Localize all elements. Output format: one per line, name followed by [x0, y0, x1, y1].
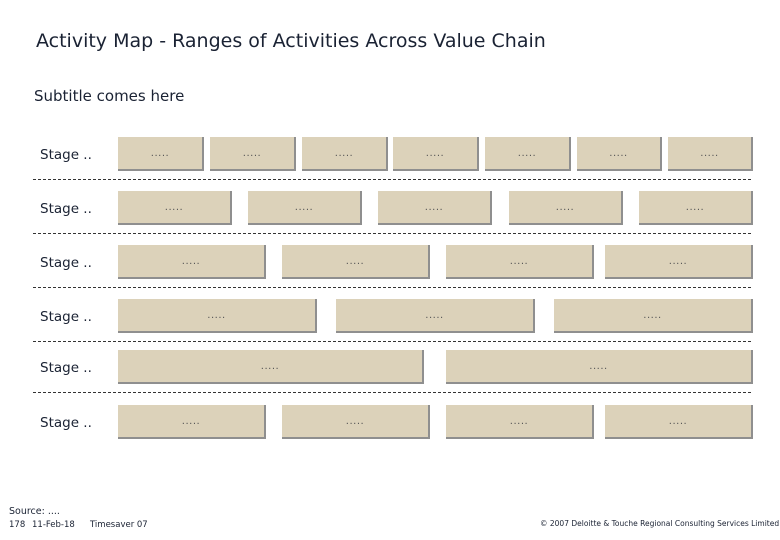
- activity-box: .....: [248, 191, 362, 225]
- activity-box: .....: [639, 191, 753, 225]
- activity-box: .....: [210, 137, 296, 171]
- activity-box: .....: [446, 405, 594, 439]
- activity-box: .....: [118, 245, 266, 279]
- copyright: © 2007 Deloitte & Touche Regional Consul…: [540, 519, 780, 528]
- activity-box: .....: [336, 299, 535, 333]
- stage-label: Stage ..: [40, 309, 92, 325]
- activity-box: .....: [446, 245, 594, 279]
- stage-label: Stage ..: [40, 360, 92, 376]
- activity-box: .....: [282, 245, 430, 279]
- activity-box: .....: [605, 405, 753, 439]
- activity-box: .....: [509, 191, 623, 225]
- activity-box: .....: [118, 137, 204, 171]
- activity-box: .....: [485, 137, 571, 171]
- activity-box: .....: [577, 137, 662, 171]
- stage-divider: [33, 392, 751, 393]
- activity-box: .....: [378, 191, 492, 225]
- activity-box: .....: [282, 405, 430, 439]
- page-number: 178: [9, 520, 26, 530]
- stage-label: Stage ..: [40, 255, 92, 271]
- stage-divider: [33, 341, 751, 342]
- activity-box: .....: [393, 137, 479, 171]
- stage-label: Stage ..: [40, 201, 92, 217]
- activity-box: .....: [118, 191, 232, 225]
- activity-box: .....: [446, 350, 753, 384]
- activity-box: .....: [118, 405, 266, 439]
- activity-box: .....: [605, 245, 753, 279]
- stage-divider: [33, 287, 751, 288]
- page-title: Activity Map - Ranges of Activities Acro…: [36, 30, 546, 52]
- stage-divider: [33, 233, 751, 234]
- footer-doc-name: Timesaver 07: [90, 520, 148, 530]
- page-subtitle: Subtitle comes here: [34, 87, 185, 105]
- activity-box: .....: [118, 350, 424, 384]
- activity-box: .....: [302, 137, 388, 171]
- footer-date: 11-Feb-18: [32, 520, 75, 530]
- stage-label: Stage ..: [40, 415, 92, 431]
- stage-divider: [33, 179, 751, 180]
- source-note: Source: ....: [9, 506, 60, 517]
- activity-box: .....: [118, 299, 317, 333]
- activity-box: .....: [554, 299, 753, 333]
- stage-label: Stage ..: [40, 147, 92, 163]
- activity-box: .....: [668, 137, 753, 171]
